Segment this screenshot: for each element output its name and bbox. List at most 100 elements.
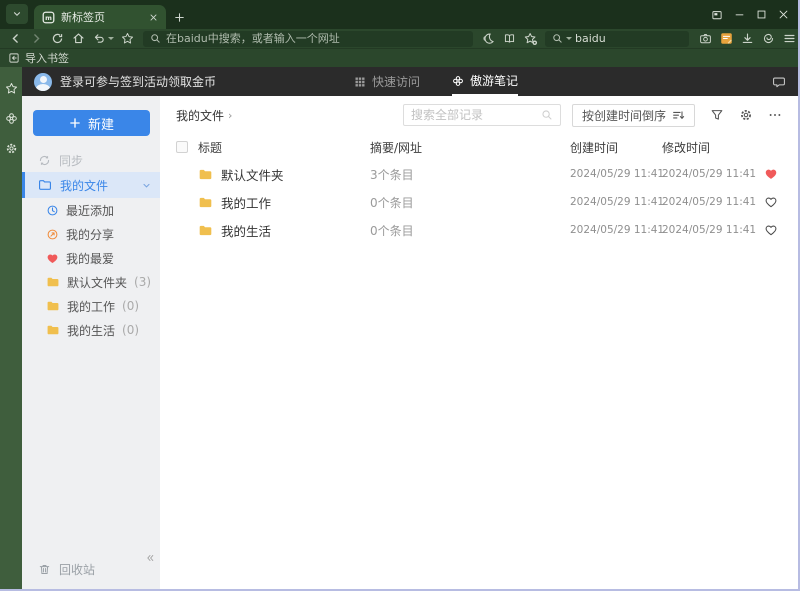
sidebar-item-my-life[interactable]: 我的生活 (0) (22, 318, 160, 342)
item-count: (0) (122, 323, 140, 337)
new-note-label: 新建 (87, 117, 114, 133)
login-prompt[interactable]: 登录可参与签到活动领取金币 (60, 73, 216, 90)
reading-mode-icon[interactable] (499, 29, 520, 48)
collapse-sidebar-icon[interactable] (145, 553, 155, 563)
column-header-summary[interactable]: 摘要/网址 (370, 139, 570, 156)
sidebar-item-favorites[interactable]: 我的最爱 (22, 246, 160, 270)
search-icon (541, 109, 553, 121)
maxnote-clover-icon[interactable] (5, 112, 18, 125)
new-tab-button[interactable] (166, 5, 192, 29)
tab-list-button[interactable] (6, 4, 28, 24)
search-engine-dropdown-icon[interactable] (566, 37, 572, 40)
row-modified: 2024/05/29 11:41 (662, 168, 757, 180)
chevron-down-icon (12, 9, 22, 19)
sort-order-label: 按创建时间倒序 (581, 108, 666, 123)
row-title[interactable]: 默认文件夹 (221, 165, 284, 184)
notes-search-input[interactable] (410, 108, 537, 122)
home-button[interactable] (68, 29, 89, 48)
screenshot-camera-icon[interactable] (695, 29, 716, 48)
download-icon[interactable] (737, 29, 758, 48)
address-input[interactable] (166, 32, 466, 45)
favorites-star-icon[interactable] (5, 82, 18, 95)
favorite-heart-icon[interactable] (764, 167, 782, 181)
tab-close-icon[interactable] (149, 13, 158, 22)
row-created: 2024/05/29 11:41 (570, 196, 665, 208)
clock-icon (46, 204, 59, 217)
sidebar-trash-label: 回收站 (59, 563, 96, 577)
collect-star-icon[interactable] (520, 29, 541, 48)
navigation-bar (0, 29, 798, 48)
sidebar-item-my-shares[interactable]: 我的分享 (22, 222, 160, 246)
avatar[interactable] (34, 72, 52, 91)
sidebar-item-recent[interactable]: 最近添加 (22, 198, 160, 222)
row-summary: 3个条目 (370, 167, 414, 182)
sidebar-item-my-files[interactable]: 我的文件 (22, 172, 160, 198)
sidebar-item-my-work[interactable]: 我的工作 (0) (22, 294, 160, 318)
favorite-star-button[interactable] (117, 29, 138, 48)
browser-search-box[interactable] (545, 30, 689, 47)
row-created: 2024/05/29 11:41 (570, 168, 665, 180)
maxnote-sidebar: 新建 同步 我的文件 最近添加 我的分享 我的最爱 默认文件夹 (3) 我的工作… (22, 96, 160, 589)
sidebar-my-work-label: 我的工作 (67, 299, 116, 314)
row-title[interactable]: 我的工作 (221, 193, 271, 212)
refresh-button[interactable] (47, 29, 68, 48)
menu-hamburger-icon[interactable] (779, 29, 798, 48)
settings-gear-icon[interactable] (5, 142, 18, 155)
browser-window: m 新标签页 在baidu中搜索，或者输入一个网址 baidu 导入书签 登录可… (0, 0, 800, 591)
new-note-button[interactable]: 新建 (33, 110, 150, 136)
notes-sticky-icon[interactable] (716, 29, 737, 48)
feedback-bubble-icon[interactable] (772, 75, 786, 89)
sidebar-item-trash[interactable]: 回收站 (38, 561, 95, 578)
table-row[interactable]: 我的生活 0个条目 2024/05/29 11:41 2024/05/29 11… (176, 216, 782, 244)
address-bar[interactable] (143, 30, 473, 47)
notes-search-box[interactable] (402, 104, 561, 126)
row-modified: 2024/05/29 11:41 (662, 196, 757, 208)
tab-quick-access-label: 快速访问 (372, 75, 421, 89)
table-row[interactable]: 我的工作 0个条目 2024/05/29 11:41 2024/05/29 11… (176, 188, 782, 216)
more-ellipsis-icon[interactable] (768, 108, 782, 122)
sort-order-button[interactable]: 按创建时间倒序 (571, 103, 695, 127)
column-header-created[interactable]: 创建时间 (570, 139, 662, 156)
boss-panel-icon[interactable] (706, 0, 728, 29)
search-icon (150, 33, 161, 44)
browser-search-input[interactable] (575, 32, 682, 45)
share-icon (46, 228, 59, 241)
item-count: (3) (134, 275, 152, 289)
grid-icon (354, 76, 366, 88)
row-summary: 0个条目 (370, 195, 414, 210)
back-button[interactable] (5, 29, 26, 48)
sort-descending-icon (672, 109, 685, 122)
favorite-heart-icon[interactable] (764, 195, 782, 209)
row-title[interactable]: 我的生活 (221, 221, 271, 240)
close-button[interactable] (772, 0, 794, 29)
folder-icon (198, 167, 213, 182)
undo-dropdown-icon[interactable] (107, 37, 114, 40)
column-header-modified[interactable]: 修改时间 (662, 139, 758, 156)
select-all-checkbox[interactable] (176, 141, 188, 153)
svg-text:m: m (45, 14, 52, 22)
tab-quick-access[interactable]: 快速访问 (354, 67, 420, 96)
folder-icon (46, 323, 60, 337)
forward-button[interactable] (26, 29, 47, 48)
sidebar-item-default-folder[interactable]: 默认文件夹 (3) (22, 270, 160, 294)
favorite-heart-icon[interactable] (764, 223, 782, 237)
chevron-down-icon[interactable] (142, 181, 151, 190)
maxthon-logo-icon: m (42, 11, 55, 24)
minimize-button[interactable] (728, 0, 750, 29)
view-settings-gear-icon[interactable] (739, 108, 753, 122)
sidebar-item-sync[interactable]: 同步 (22, 148, 160, 172)
tab-maxnote[interactable]: 傲游笔记 (452, 67, 519, 96)
undo-button[interactable] (89, 29, 117, 48)
column-header-title[interactable]: 标题 (198, 139, 370, 156)
table-row[interactable]: 默认文件夹 3个条目 2024/05/29 11:41 2024/05/29 1… (176, 160, 782, 188)
filter-funnel-icon[interactable] (710, 108, 724, 122)
breadcrumb[interactable]: 我的文件 › (176, 107, 232, 124)
row-modified: 2024/05/29 11:41 (662, 224, 757, 236)
folder-icon (46, 299, 60, 313)
sync-icon (38, 154, 51, 167)
browser-tab[interactable]: m 新标签页 (34, 5, 166, 29)
quiet-mode-icon[interactable] (478, 29, 499, 48)
import-bookmarks-label[interactable]: 导入书签 (25, 50, 69, 66)
extensions-icon[interactable] (758, 29, 779, 48)
maximize-button[interactable] (750, 0, 772, 29)
